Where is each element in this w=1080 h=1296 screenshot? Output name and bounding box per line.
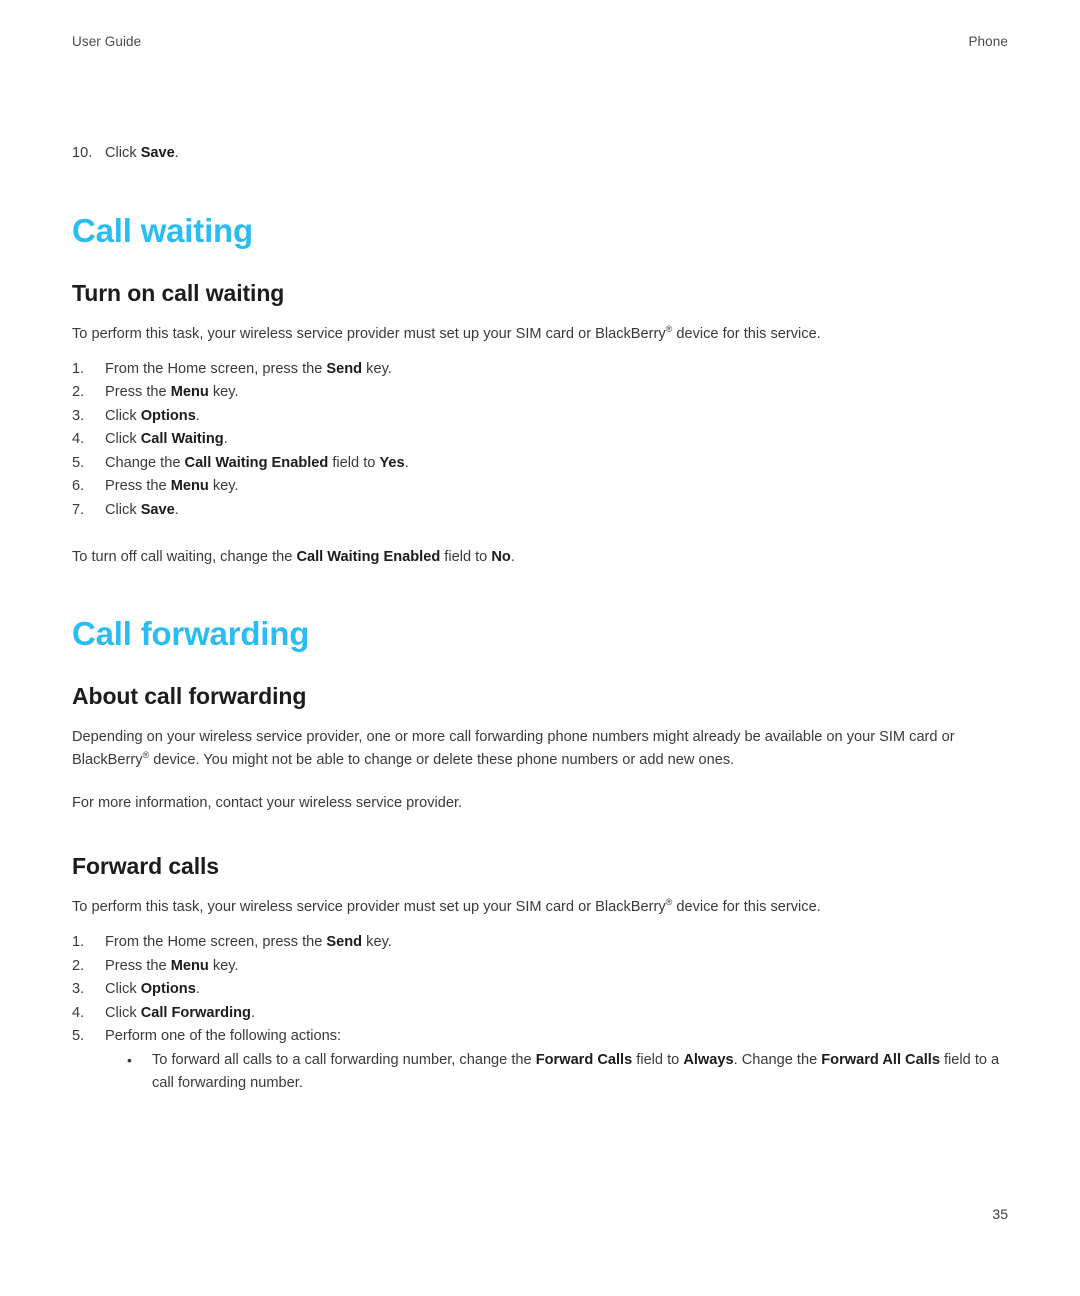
section-heading-call-waiting: Call waiting bbox=[72, 211, 253, 249]
registered-trademark-symbol: ® bbox=[142, 750, 150, 761]
emphasis-text: Forward All Calls bbox=[821, 1051, 940, 1068]
list-item: • To forward all calls to a call forwardi… bbox=[127, 1049, 1010, 1096]
intro-paragraph: To perform this task, your wireless serv… bbox=[72, 897, 821, 915]
step-number: 6. bbox=[72, 478, 85, 494]
step-text: Click Options. bbox=[105, 407, 200, 424]
emphasis-text: Call Waiting Enabled bbox=[296, 549, 441, 565]
list-item: 5. Perform one of the following actions: •… bbox=[72, 1025, 1010, 1096]
emphasis-text: Always bbox=[683, 1051, 734, 1068]
step-text: Press the Menu key. bbox=[105, 478, 239, 494]
list-item: 1. From the Home screen, press the Send k… bbox=[72, 358, 1010, 382]
document-page: User Guide Phone 10. Click Save. Call wait… bbox=[0, 0, 1080, 1296]
list-item: 1. From the Home screen, press the Send k… bbox=[72, 931, 1010, 955]
emphasis-text: Call Waiting bbox=[140, 431, 224, 447]
emphasis-text: Call Waiting Enabled bbox=[184, 454, 329, 471]
step-number: 5. bbox=[72, 454, 85, 471]
list-item: 4. Click Call Waiting. bbox=[72, 428, 1010, 452]
sub-bullet-list: • To forward all calls to a call forwardi… bbox=[105, 1049, 1010, 1096]
list-item: 5. Change the Call Waiting Enabled field … bbox=[72, 452, 1010, 476]
subsection-heading-forward-calls: Forward calls bbox=[72, 853, 219, 879]
page-number: 35 bbox=[992, 1206, 1008, 1222]
step-text: Press the Menu key. bbox=[105, 957, 239, 974]
step-text: From the Home screen, press the Send key… bbox=[105, 360, 392, 377]
step-number: 3. bbox=[72, 407, 85, 424]
bullet-text: To forward all calls to a call forwardin… bbox=[152, 1051, 1000, 1092]
emphasis-text: Save bbox=[140, 501, 175, 518]
list-item: 6. Press the Menu key. bbox=[72, 475, 1010, 499]
step-text: Change the Call Waiting Enabled field to… bbox=[105, 454, 409, 471]
bullet-marker-icon: • bbox=[127, 1051, 132, 1068]
subsection-heading-turn-on-call-waiting: Turn on call waiting bbox=[72, 279, 285, 306]
list-item: 3. Click Options. bbox=[72, 978, 1010, 1002]
list-item: 4. Click Call Forwarding. bbox=[72, 1002, 1010, 1026]
running-head: User Guide Phone bbox=[72, 34, 1008, 49]
step-number: 2. bbox=[72, 957, 85, 974]
emphasis-text: Options bbox=[140, 407, 196, 424]
step-number: 3. bbox=[72, 981, 85, 997]
section-heading-call-forwarding: Call forwarding bbox=[72, 615, 310, 652]
step-number: 5. bbox=[72, 1028, 85, 1044]
emphasis-text: Save bbox=[140, 145, 175, 161]
carryover-step-list: 10. Click Save. bbox=[72, 142, 1010, 166]
list-item: 7. Click Save. bbox=[72, 499, 1010, 523]
step-number: 1. bbox=[72, 360, 85, 377]
step-text: Click Call Waiting. bbox=[105, 431, 228, 447]
document-content: 10. Click Save. Call waiting Turn on call w… bbox=[72, 142, 1010, 1096]
closing-paragraph: To turn off call waiting, change the Cal… bbox=[72, 549, 515, 565]
intro-paragraph: To perform this task, your wireless serv… bbox=[72, 323, 821, 342]
running-head-right: Phone bbox=[968, 34, 1008, 49]
emphasis-text: Send bbox=[326, 934, 363, 950]
list-item: 2. Press the Menu key. bbox=[72, 381, 1010, 405]
step-number: 10. bbox=[72, 145, 93, 161]
step-text: From the Home screen, press the Send key… bbox=[105, 934, 392, 950]
emphasis-text: Send bbox=[326, 360, 363, 377]
step-text: Perform one of the following actions: bbox=[105, 1028, 342, 1044]
emphasis-text: Menu bbox=[170, 478, 209, 494]
registered-trademark-symbol: ® bbox=[665, 897, 673, 908]
emphasis-text: Menu bbox=[170, 957, 209, 974]
registered-trademark-symbol: ® bbox=[665, 323, 673, 334]
list-item: 3. Click Options. bbox=[72, 405, 1010, 429]
step-text: Click Save. bbox=[105, 501, 179, 518]
step-number: 4. bbox=[72, 1004, 85, 1021]
step-number: 1. bbox=[72, 934, 85, 950]
emphasis-text: Options bbox=[140, 981, 196, 997]
step-list-forward-calls: 1. From the Home screen, press the Send k… bbox=[72, 931, 1010, 1096]
step-text: Click Save. bbox=[105, 145, 179, 161]
emphasis-text: No bbox=[491, 549, 511, 565]
body-paragraph: For more information, contact your wirel… bbox=[72, 795, 463, 811]
emphasis-text: Menu bbox=[170, 384, 209, 400]
step-number: 4. bbox=[72, 431, 85, 447]
step-text: Press the Menu key. bbox=[105, 384, 239, 400]
step-text: Click Options. bbox=[105, 981, 200, 997]
subsection-heading-about-call-forwarding: About call forwarding bbox=[72, 683, 307, 709]
running-head-left: User Guide bbox=[72, 34, 142, 49]
body-paragraph: Depending on your wireless service provi… bbox=[72, 729, 955, 768]
step-text: Click Call Forwarding. bbox=[105, 1004, 256, 1021]
emphasis-text: Forward Calls bbox=[535, 1051, 633, 1068]
list-item: 10. Click Save. bbox=[72, 142, 1010, 166]
step-number: 2. bbox=[72, 384, 85, 400]
emphasis-text: Yes bbox=[379, 454, 405, 471]
list-item: 2. Press the Menu key. bbox=[72, 955, 1010, 979]
step-number: 7. bbox=[72, 501, 85, 518]
step-list-turn-on-call-waiting: 1. From the Home screen, press the Send k… bbox=[72, 358, 1010, 523]
emphasis-text: Call Forwarding bbox=[140, 1004, 251, 1021]
